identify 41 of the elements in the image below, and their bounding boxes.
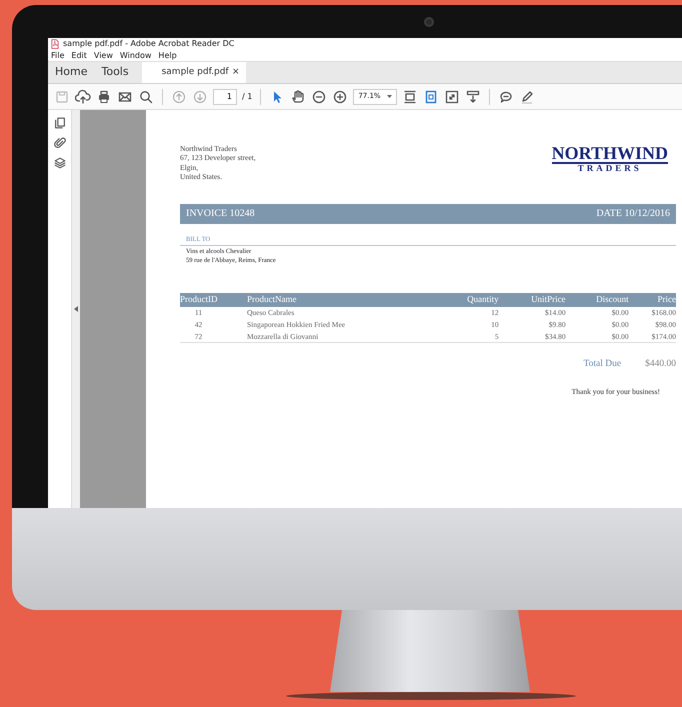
search-icon[interactable] bbox=[138, 88, 154, 104]
close-icon[interactable]: × bbox=[232, 66, 240, 80]
pages-icon[interactable] bbox=[52, 116, 66, 130]
zoom-out-icon[interactable] bbox=[311, 88, 328, 104]
print-icon[interactable] bbox=[96, 88, 112, 104]
tab-label: sample pdf.pdf bbox=[162, 66, 229, 79]
layers-icon[interactable] bbox=[52, 156, 66, 170]
camera-dot bbox=[424, 16, 434, 26]
document-tab[interactable]: sample pdf.pdf × bbox=[142, 62, 246, 83]
column-header: Quantity bbox=[437, 293, 499, 307]
window-title: sample pdf.pdf - Adobe Acrobat Reader DC bbox=[63, 38, 234, 50]
zoom-in-icon[interactable] bbox=[332, 88, 348, 104]
fit-page-icon[interactable] bbox=[402, 88, 418, 104]
menu-item[interactable]: Edit bbox=[71, 50, 87, 62]
caret-icon bbox=[387, 95, 392, 98]
logo-subtitle: TRADERS bbox=[576, 164, 643, 173]
cloud-upload-icon[interactable] bbox=[75, 88, 91, 104]
hand-icon[interactable] bbox=[290, 88, 306, 104]
total-amount: $440.00 bbox=[645, 358, 676, 372]
invoice-number: INVOICE 10248 bbox=[186, 207, 255, 221]
pen-icon[interactable] bbox=[519, 88, 536, 104]
menu-item[interactable]: File bbox=[51, 50, 64, 62]
page-count: / 1 bbox=[242, 90, 252, 102]
invoice-date: DATE 10/12/2016 bbox=[596, 207, 670, 221]
scroll-icon[interactable] bbox=[465, 88, 482, 104]
full-screen-icon[interactable] bbox=[444, 88, 460, 104]
menu-item[interactable]: Window bbox=[120, 50, 152, 62]
page-number-field[interactable]: 1 bbox=[213, 88, 237, 104]
paperclip-icon[interactable] bbox=[52, 136, 66, 150]
column-header: ProductName bbox=[247, 293, 438, 307]
nav-tab[interactable]: Home bbox=[48, 62, 94, 83]
column-header: ProductID bbox=[180, 293, 247, 307]
total-label: Total Due bbox=[584, 358, 622, 372]
collapse-arrow-icon[interactable] bbox=[74, 306, 78, 312]
logo-title: NORTHWIND bbox=[552, 144, 668, 164]
column-header: UnitPrice bbox=[498, 293, 566, 307]
column-header: Price bbox=[628, 293, 676, 307]
menu-item[interactable]: View bbox=[94, 50, 113, 62]
nav-tab[interactable]: Tools bbox=[94, 62, 136, 83]
menu-item[interactable]: Help bbox=[158, 50, 177, 62]
column-header: Discount bbox=[566, 293, 629, 307]
